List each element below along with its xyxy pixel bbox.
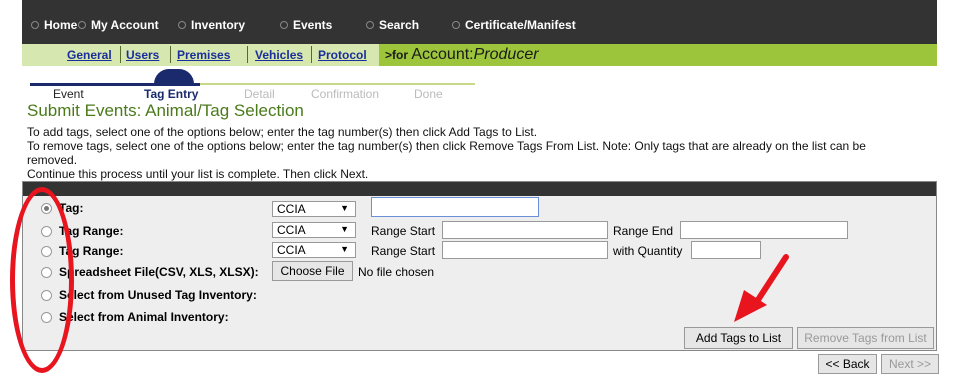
step-event: Event	[53, 87, 84, 101]
tag-type-select[interactable]: CCIA ▼	[272, 201, 356, 217]
with-quantity-label: with Quantity	[613, 244, 683, 258]
tag-number-input[interactable]	[371, 197, 539, 217]
range-end-input[interactable]	[680, 221, 848, 239]
step-done: Done	[414, 87, 443, 101]
back-button[interactable]: << Back	[818, 354, 877, 374]
page-title: Submit Events: Animal/Tag Selection	[27, 101, 304, 120]
nav-certificate-manifest[interactable]: Certificate/Manifest	[452, 18, 576, 32]
nav-home-label: Home	[44, 18, 78, 32]
tag-range-quantity-type-select[interactable]: CCIA ▼	[272, 242, 356, 258]
bullet-icon	[31, 20, 39, 29]
bullet-icon	[280, 20, 288, 29]
account-name: Producer	[473, 46, 539, 63]
instruction-add: To add tags, select one of the options b…	[27, 125, 538, 139]
no-file-chosen-text: No file chosen	[358, 265, 435, 279]
tab-users[interactable]: Users	[126, 48, 159, 62]
bullet-icon	[452, 20, 460, 29]
tab-divider	[120, 46, 121, 63]
nav-search[interactable]: Search	[366, 18, 419, 32]
range-start-label: Range Start	[371, 224, 436, 238]
nav-certificate-manifest-label: Certificate/Manifest	[465, 18, 576, 32]
step-tag-entry: Tag Entry	[144, 87, 199, 101]
tab-divider	[170, 46, 171, 63]
label-spreadsheet-file: Spreadsheet File(CSV, XLS, XLSX):	[59, 265, 259, 279]
tag-type-value: CCIA	[277, 202, 306, 216]
instruction-remove: To remove tags, select one of the option…	[27, 139, 866, 153]
account-prefix: >for	[385, 48, 409, 62]
account-word: Account:	[411, 46, 474, 63]
stepper-track-pending	[200, 83, 475, 85]
choose-file-button[interactable]: Choose File	[272, 261, 353, 281]
dropdown-arrow-icon: ▼	[340, 244, 349, 254]
bullet-icon	[178, 20, 186, 29]
range-start-input[interactable]	[442, 221, 608, 239]
label-animal-inventory: Select from Animal Inventory:	[59, 310, 229, 324]
account-context: >for Account:Producer	[379, 44, 937, 66]
account-label: >for Account:Producer	[385, 46, 539, 64]
tab-divider	[247, 46, 248, 63]
dropdown-arrow-icon: ▼	[340, 224, 349, 234]
tab-premises[interactable]: Premises	[177, 48, 230, 62]
nav-inventory-label: Inventory	[191, 18, 246, 32]
tab-vehicles[interactable]: Vehicles	[255, 48, 303, 62]
nav-my-account[interactable]: My Account	[78, 18, 159, 32]
progress-stepper: Event Tag Entry Detail Confirmation Done	[30, 66, 480, 101]
step-detail: Detail	[244, 87, 275, 101]
bullet-icon	[366, 20, 374, 29]
sub-nav: General Users Premises Vehicles Protocol…	[22, 44, 937, 66]
range-end-label: Range End	[613, 224, 674, 238]
bullet-icon	[78, 20, 86, 29]
tag-type-value: CCIA	[277, 243, 306, 257]
tab-general[interactable]: General	[67, 48, 112, 62]
nav-events-label: Events	[293, 18, 333, 32]
step-confirmation: Confirmation	[311, 87, 380, 101]
nav-inventory[interactable]: Inventory	[178, 18, 245, 32]
nav-search-label: Search	[379, 18, 420, 32]
instruction-continue: Continue this process until your list is…	[27, 167, 369, 181]
quantity-input[interactable]	[691, 241, 761, 259]
label-unused-tag-inventory: Select from Unused Tag Inventory:	[59, 288, 257, 302]
current-step-indicator	[154, 69, 194, 84]
top-nav: Home My Account Inventory Events Search …	[22, 0, 937, 44]
nav-events[interactable]: Events	[280, 18, 332, 32]
tag-range-end-type-select[interactable]: CCIA ▼	[272, 222, 356, 238]
form-header-bar	[23, 182, 936, 196]
range-start-label: Range Start	[371, 244, 436, 258]
add-tags-button[interactable]: Add Tags to List	[684, 327, 793, 349]
nav-my-account-label: My Account	[91, 18, 159, 32]
tag-type-value: CCIA	[277, 223, 306, 237]
remove-tags-button[interactable]: Remove Tags from List	[797, 327, 934, 349]
tab-divider	[311, 46, 312, 63]
dropdown-arrow-icon: ▼	[340, 203, 349, 213]
nav-home[interactable]: Home	[31, 18, 77, 32]
tab-protocol[interactable]: Protocol	[318, 48, 367, 62]
instruction-remove-cont: removed.	[27, 153, 78, 167]
annotation-oval	[10, 187, 74, 373]
next-button[interactable]: Next >>	[881, 354, 939, 374]
range-start-quantity-input[interactable]	[442, 241, 608, 259]
tag-selection-form: Tag: CCIA ▼ Tag Range: CCIA ▼ Range Star…	[22, 181, 937, 351]
